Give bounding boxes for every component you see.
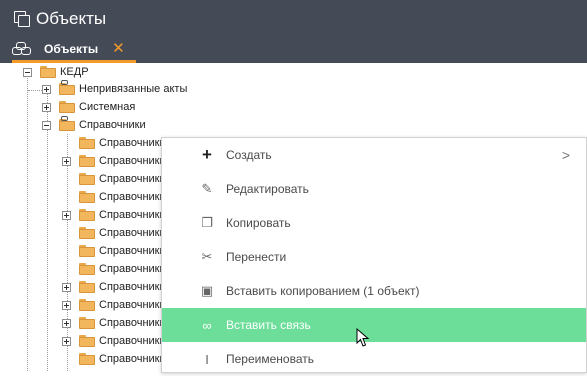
folder-icon xyxy=(59,101,75,113)
link-icon: ∞ xyxy=(202,317,212,333)
menu-item-label: Вставить связь xyxy=(226,318,311,332)
close-icon[interactable]: ✕ xyxy=(112,41,125,56)
windows-icon xyxy=(14,10,30,27)
tree-node-label: Справочники xyxy=(99,263,166,275)
tree-node-label: Справочники xyxy=(99,317,166,329)
folder-icon xyxy=(79,137,95,149)
scissors-icon: ✂ xyxy=(201,249,213,264)
tree-node-root[interactable]: КЕДР xyxy=(40,63,89,81)
tree-guide xyxy=(67,134,68,371)
tree-node[interactable]: Справочники xyxy=(79,350,166,368)
tree-node[interactable]: Системная xyxy=(59,98,135,116)
text-cursor-icon: I xyxy=(205,351,209,367)
tree-node-label: Справочники xyxy=(99,191,166,203)
collapse-icon[interactable] xyxy=(42,121,51,130)
tree-node-label: Справочники xyxy=(99,173,166,185)
tree-node[interactable]: Справочники xyxy=(79,242,166,260)
tree-node[interactable]: Справочники xyxy=(79,260,166,278)
window-titlebar: Объекты xyxy=(0,0,587,37)
menu-item-edit[interactable]: ✎ Редактировать xyxy=(162,172,586,206)
mouse-cursor-icon xyxy=(356,328,370,347)
menu-item-label: Редактировать xyxy=(226,182,309,196)
tree-node-label: Справочники xyxy=(99,281,166,293)
menu-item-label: Перенести xyxy=(226,250,287,264)
tree-node-label: Непривязанные акты xyxy=(79,83,188,95)
folder-icon xyxy=(40,66,56,78)
tree-node-label: Справочники xyxy=(99,353,166,365)
paste-icon: ▣ xyxy=(200,283,214,298)
copy-icon: ❐ xyxy=(201,215,213,230)
tree-node[interactable]: Справочники xyxy=(79,296,166,314)
tree-node-label: Справочники xyxy=(99,245,166,257)
expand-icon[interactable] xyxy=(62,283,71,292)
tree-node[interactable]: Справочники xyxy=(79,152,166,170)
tree-node-label: Справочники xyxy=(99,299,166,311)
menu-item-paste-link[interactable]: ∞ Вставить связь xyxy=(162,308,586,342)
menu-item-label: Создать xyxy=(226,148,272,162)
tree-guide xyxy=(28,90,42,91)
expand-icon[interactable] xyxy=(42,85,51,94)
folder-icon xyxy=(79,299,95,311)
folder-icon xyxy=(79,317,95,329)
folder-icon xyxy=(79,173,95,185)
folder-icon xyxy=(79,227,95,239)
plus-icon: + xyxy=(202,145,212,164)
menu-item-paste-copy[interactable]: ▣ Вставить копированием (1 объект) xyxy=(162,274,586,308)
menu-item-create[interactable]: + Создать > xyxy=(162,138,586,172)
menu-item-move[interactable]: ✂ Перенести xyxy=(162,240,586,274)
linked-folder-icon xyxy=(59,116,75,131)
folder-icon xyxy=(79,209,95,221)
tree-node-label: Справочники xyxy=(99,335,166,347)
tree-guide xyxy=(27,71,28,371)
tree-node-label: КЕДР xyxy=(60,66,89,78)
tree-node[interactable]: Справочники xyxy=(79,314,166,332)
tree-node[interactable]: Справочники xyxy=(79,188,166,206)
tree-node[interactable]: Справочники xyxy=(59,116,146,134)
tree-node-label: Справочники xyxy=(99,209,166,221)
folder-icon xyxy=(79,155,95,167)
tree-node-label: Системная xyxy=(79,101,136,113)
menu-item-label: Вставить копированием (1 объект) xyxy=(226,284,420,298)
menu-item-copy[interactable]: ❐ Копировать xyxy=(162,206,586,240)
menu-item-label: Переименовать xyxy=(226,352,314,366)
context-menu: + Создать > ✎ Редактировать ❐ Копировать… xyxy=(161,137,587,373)
expand-icon[interactable] xyxy=(42,103,51,112)
tab-label: Объекты xyxy=(44,41,99,56)
tab-bar: Объекты ✕ xyxy=(0,37,587,63)
edit-icon: ✎ xyxy=(201,181,213,196)
menu-item-label: Копировать xyxy=(226,216,291,230)
tab-objects[interactable]: Объекты ✕ xyxy=(12,37,136,63)
objects-icon xyxy=(12,41,32,56)
expand-icon[interactable] xyxy=(62,157,71,166)
tree-node[interactable]: Справочники xyxy=(79,170,166,188)
expand-icon[interactable] xyxy=(62,301,71,310)
tree-node-label: Справочники xyxy=(99,155,166,167)
expand-icon[interactable] xyxy=(62,319,71,328)
folder-icon xyxy=(79,353,95,365)
folder-icon xyxy=(79,191,95,203)
expand-icon[interactable] xyxy=(62,211,71,220)
window-title: Объекты xyxy=(36,8,107,28)
tree-node[interactable]: Справочники xyxy=(79,206,166,224)
tree-node[interactable]: Непривязанные акты xyxy=(59,80,187,98)
tree-node-label: Справочники xyxy=(99,227,166,239)
chevron-right-icon: > xyxy=(561,147,570,163)
tree-node[interactable]: Справочники xyxy=(79,332,166,350)
tree-node[interactable]: Справочники xyxy=(79,224,166,242)
tree-node-label: Справочники xyxy=(99,137,166,149)
folder-icon xyxy=(79,263,95,275)
expand-icon[interactable] xyxy=(62,337,71,346)
folder-icon xyxy=(79,335,95,347)
collapse-icon[interactable] xyxy=(23,68,32,77)
linked-folder-icon xyxy=(59,80,75,95)
tree-guide xyxy=(47,90,48,371)
tree-node[interactable]: Справочники xyxy=(79,278,166,296)
tree-node-label: Справочники xyxy=(79,119,146,131)
folder-icon xyxy=(79,245,95,257)
tree-node[interactable]: Справочники xyxy=(79,134,166,152)
folder-icon xyxy=(79,281,95,293)
